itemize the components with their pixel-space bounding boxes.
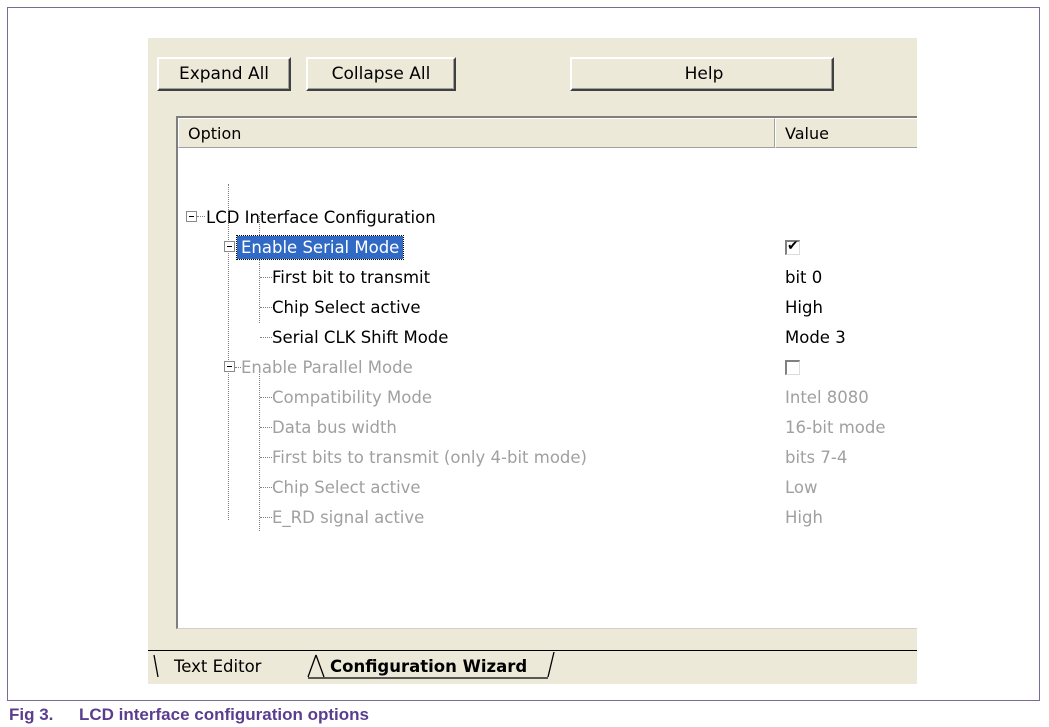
tree-guide-parallel	[259, 366, 261, 531]
data-bus-width-value[interactable]: 16-bit mode	[785, 412, 886, 442]
tree-connector	[260, 277, 272, 279]
tree-connector	[260, 397, 272, 399]
tree-connector	[260, 517, 272, 519]
figure-number: Fig 3.	[9, 705, 54, 724]
collapse-all-button[interactable]: Collapse All	[306, 57, 456, 91]
enable-serial-mode-value[interactable]	[785, 232, 800, 262]
enable-serial-mode-label: Enable Serial Mode	[235, 234, 405, 260]
tab-text-editor[interactable]: Text Editor	[174, 651, 261, 681]
column-header-value[interactable]: Value	[775, 118, 917, 148]
figure-frame-bottom-rule	[7, 700, 1040, 701]
compatibility-mode-value[interactable]: Intel 8080	[785, 382, 869, 412]
tree-item-serial-chip-select[interactable]: Chip Select active	[272, 292, 421, 322]
configuration-wizard-window: Expand All Collapse All Help Option Valu…	[148, 38, 917, 684]
parallel-chip-select-value[interactable]: Low	[785, 472, 818, 502]
options-tree-list[interactable]: Option Value LCD Interface Configuration…	[176, 116, 917, 629]
tab-configuration-wizard[interactable]: Configuration Wizard	[330, 651, 527, 681]
enable-parallel-mode-checkbox[interactable]	[785, 359, 800, 375]
figure-caption: Fig 3. LCD interface configuration option…	[9, 705, 369, 725]
e-rd-signal-active-value[interactable]: High	[785, 502, 823, 532]
first-bits-to-transmit-value[interactable]: bits 7-4	[785, 442, 847, 472]
collapse-root-icon[interactable]	[186, 211, 197, 222]
tree-connector	[260, 487, 272, 489]
tree-item-first-bit[interactable]: First bit to transmit	[272, 262, 430, 292]
tree-guide-root	[228, 184, 230, 520]
tree-item-compatibility-mode[interactable]: Compatibility Mode	[272, 382, 432, 412]
tree-item-enable-serial-mode[interactable]: Enable Serial Mode	[235, 232, 405, 262]
column-header-option[interactable]: Option	[178, 118, 775, 148]
collapse-serial-icon[interactable]	[224, 241, 235, 252]
tree-root-label[interactable]: LCD Interface Configuration	[206, 202, 436, 232]
tree-item-serial-clk-shift-mode[interactable]: Serial CLK Shift Mode	[272, 322, 448, 352]
tree-connector	[260, 427, 272, 429]
tree-item-first-bits-to-transmit[interactable]: First bits to transmit (only 4-bit mode)	[272, 442, 587, 472]
tree-connector	[260, 307, 272, 309]
enable-parallel-mode-value[interactable]	[785, 352, 800, 382]
help-button[interactable]: Help	[570, 57, 834, 91]
enable-serial-mode-checkbox[interactable]	[785, 238, 800, 255]
figure-caption-text: LCD interface configuration options	[79, 705, 369, 724]
tree-item-enable-parallel-mode[interactable]: Enable Parallel Mode	[241, 352, 413, 382]
expand-all-button[interactable]: Expand All	[157, 57, 291, 91]
tree-item-parallel-chip-select[interactable]: Chip Select active	[272, 472, 421, 502]
tree-item-data-bus-width[interactable]: Data bus width	[272, 412, 397, 442]
serial-chip-select-value[interactable]: High	[785, 292, 823, 322]
tree-item-e-rd-signal-active[interactable]: E_RD signal active	[272, 502, 424, 532]
editor-tab-bar: Text Editor Configuration Wizard	[148, 650, 917, 684]
tree-connector	[260, 457, 272, 459]
first-bit-value[interactable]: bit 0	[785, 262, 822, 292]
tree-connector	[260, 337, 272, 339]
tree-connector	[197, 216, 205, 218]
tab-outline	[153, 651, 555, 679]
collapse-parallel-icon[interactable]	[224, 361, 235, 372]
serial-clk-shift-mode-value[interactable]: Mode 3	[785, 322, 846, 352]
